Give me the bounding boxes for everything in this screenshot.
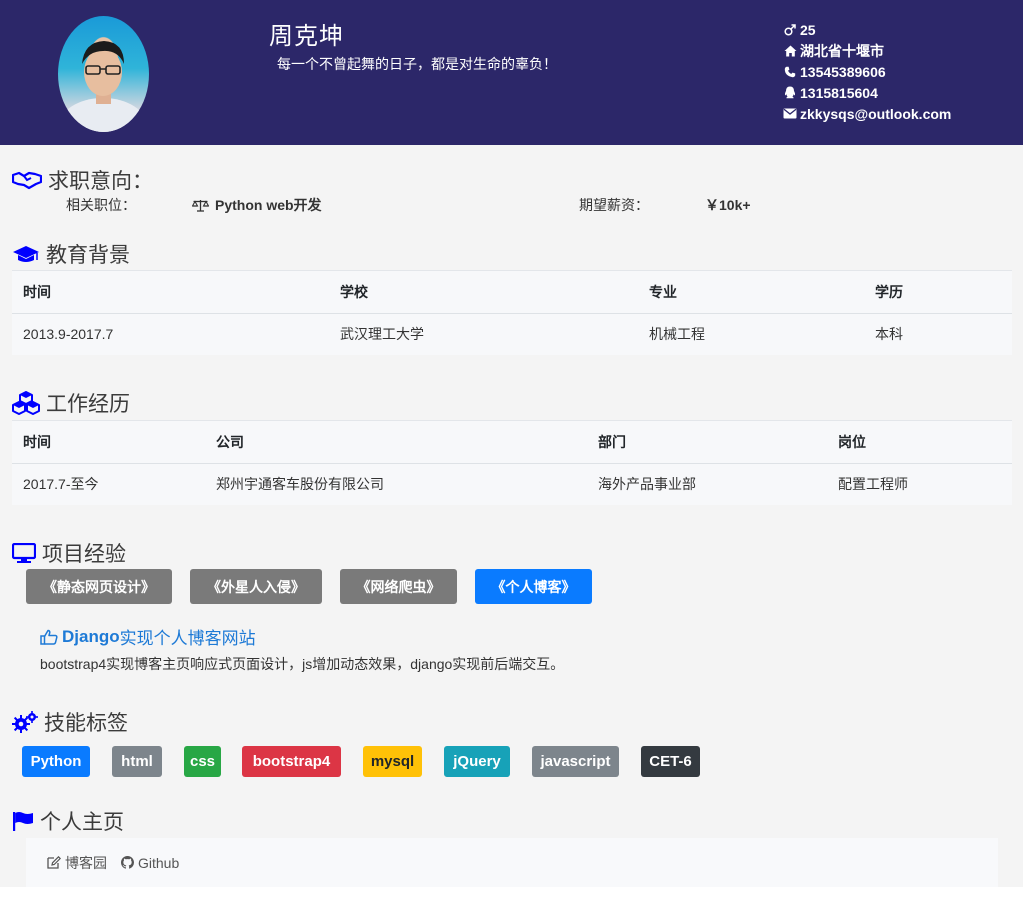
contact-age: 25 (782, 19, 951, 40)
position-label: 相关职位： (66, 197, 136, 213)
column-header: 公司 (205, 420, 587, 464)
section-work-title: 工作经历 (12, 388, 130, 418)
skill-badge-javascript: javascript (532, 746, 619, 777)
profile-name: 周克坤 (269, 23, 344, 50)
phone-icon (782, 66, 798, 78)
section-intent-label: 求职意向： (48, 170, 153, 193)
contact-phone: 13545389606 (782, 61, 951, 82)
handshake-icon (12, 170, 42, 190)
table-cell: 配置工程师 (838, 476, 908, 493)
phone-value: 13545389606 (800, 63, 886, 80)
contact-info: 25 湖北省十堰市 13545389606 1315815604 zkkysqs… (782, 19, 951, 124)
link-github[interactable]: Github (121, 855, 179, 871)
column-header: 部门 (587, 420, 827, 464)
edit-icon (47, 856, 61, 869)
qq-value: 1315815604 (800, 84, 878, 101)
gears-icon (12, 711, 38, 733)
table-header-row: 时间 公司 部门 岗位 (12, 420, 1012, 464)
table-row: 2013.9-2017.7 武汉理工大学 机械工程 本科 (12, 314, 1012, 355)
column-header: 时间 (12, 270, 329, 314)
tab-alien-invasion[interactable]: 《外星人入侵》 (190, 569, 322, 604)
work-table: 时间 公司 部门 岗位 2017.7-至今 郑州宇通客车股份有限公司 海外产品事… (12, 420, 1012, 505)
skill-badge-python: Python (22, 746, 90, 777)
thumbs-up-icon (40, 629, 58, 645)
profile-header: 周克坤 每一个不曾起舞的日子，都是对生命的辜负！ 25 湖北省十堰市 13545… (0, 0, 1023, 145)
position-value: Python web开发 (192, 195, 322, 215)
github-icon (121, 856, 134, 869)
profile-motto: 每一个不曾起舞的日子，都是对生命的辜负！ (277, 56, 557, 72)
project-detail-description: bootstrap4实现博客主页响应式页面设计，js增加动态效果，django实… (40, 656, 565, 672)
table-cell: 本科 (875, 326, 903, 343)
project-detail-name: 实现个人博客网站 (119, 629, 256, 648)
table-cell: 2013.9-2017.7 (23, 326, 114, 343)
section-intent-title: 求职意向： (12, 165, 153, 195)
contact-email: zkkysqs@outlook.com (782, 103, 951, 124)
avatar (58, 16, 149, 132)
monitor-icon (12, 543, 36, 563)
graduation-cap-icon (12, 244, 40, 264)
project-detail-title: Django 实现个人博客网站 (40, 624, 256, 649)
male-icon (782, 23, 798, 36)
column-header: 岗位 (827, 420, 1012, 464)
home-icon (782, 45, 798, 57)
tab-static-web-design[interactable]: 《静态网页设计》 (26, 569, 172, 604)
project-detail-framework: Django (62, 626, 120, 646)
table-cell: 机械工程 (649, 326, 705, 343)
contact-location: 湖北省十堰市 (782, 40, 951, 61)
qq-icon (782, 86, 798, 99)
table-row: 2017.7-至今 郑州宇通客车股份有限公司 海外产品事业部 配置工程师 (12, 464, 1012, 505)
location-value: 湖北省十堰市 (800, 42, 884, 59)
email-value[interactable]: zkkysqs@outlook.com (800, 106, 951, 122)
section-education-title: 教育背景 (12, 239, 130, 269)
section-homepage-title: 个人主页 (12, 806, 124, 836)
homepage-links: 博客园 Github (26, 838, 998, 887)
balance-scale-icon (192, 199, 209, 212)
column-header: 学历 (864, 270, 1012, 314)
table-cell: 郑州宇通客车股份有限公司 (216, 476, 384, 493)
column-header: 学校 (329, 270, 638, 314)
column-header: 时间 (12, 420, 205, 464)
resume-body: 求职意向： 相关职位： Python web开发 期望薪资： ￥10k+ 教育背… (0, 145, 1023, 887)
skill-badge-mysql: mysql (363, 746, 422, 777)
table-cell: 2017.7-至今 (23, 476, 99, 493)
table-cell: 海外产品事业部 (598, 476, 696, 493)
skill-badge-bootstrap4: bootstrap4 (242, 746, 341, 777)
section-skills-title: 技能标签 (12, 707, 128, 737)
contact-qq: 1315815604 (782, 82, 951, 103)
age-value: 25 (800, 21, 816, 38)
skill-badge-jquery: jQuery (444, 746, 510, 777)
skill-badge-html: html (112, 746, 162, 777)
salary-label: 期望薪资： (579, 197, 649, 213)
table-header-row: 时间 学校 专业 学历 (12, 270, 1012, 314)
section-projects-title: 项目经验 (12, 538, 126, 568)
skill-badge-css: css (184, 746, 221, 777)
salary-value: ￥10k+ (705, 197, 751, 213)
table-cell: 武汉理工大学 (340, 326, 424, 343)
flag-icon (12, 811, 34, 831)
skill-badge-cet6: CET-6 (641, 746, 700, 777)
envelope-icon (782, 108, 798, 119)
cubes-icon (12, 391, 40, 415)
tab-web-crawler[interactable]: 《网络爬虫》 (340, 569, 457, 604)
tab-personal-blog[interactable]: 《个人博客》 (475, 569, 592, 604)
link-cnblogs[interactable]: 博客园 (47, 853, 107, 873)
education-table: 时间 学校 专业 学历 2013.9-2017.7 武汉理工大学 机械工程 本科 (12, 270, 1012, 355)
column-header: 专业 (638, 270, 864, 314)
